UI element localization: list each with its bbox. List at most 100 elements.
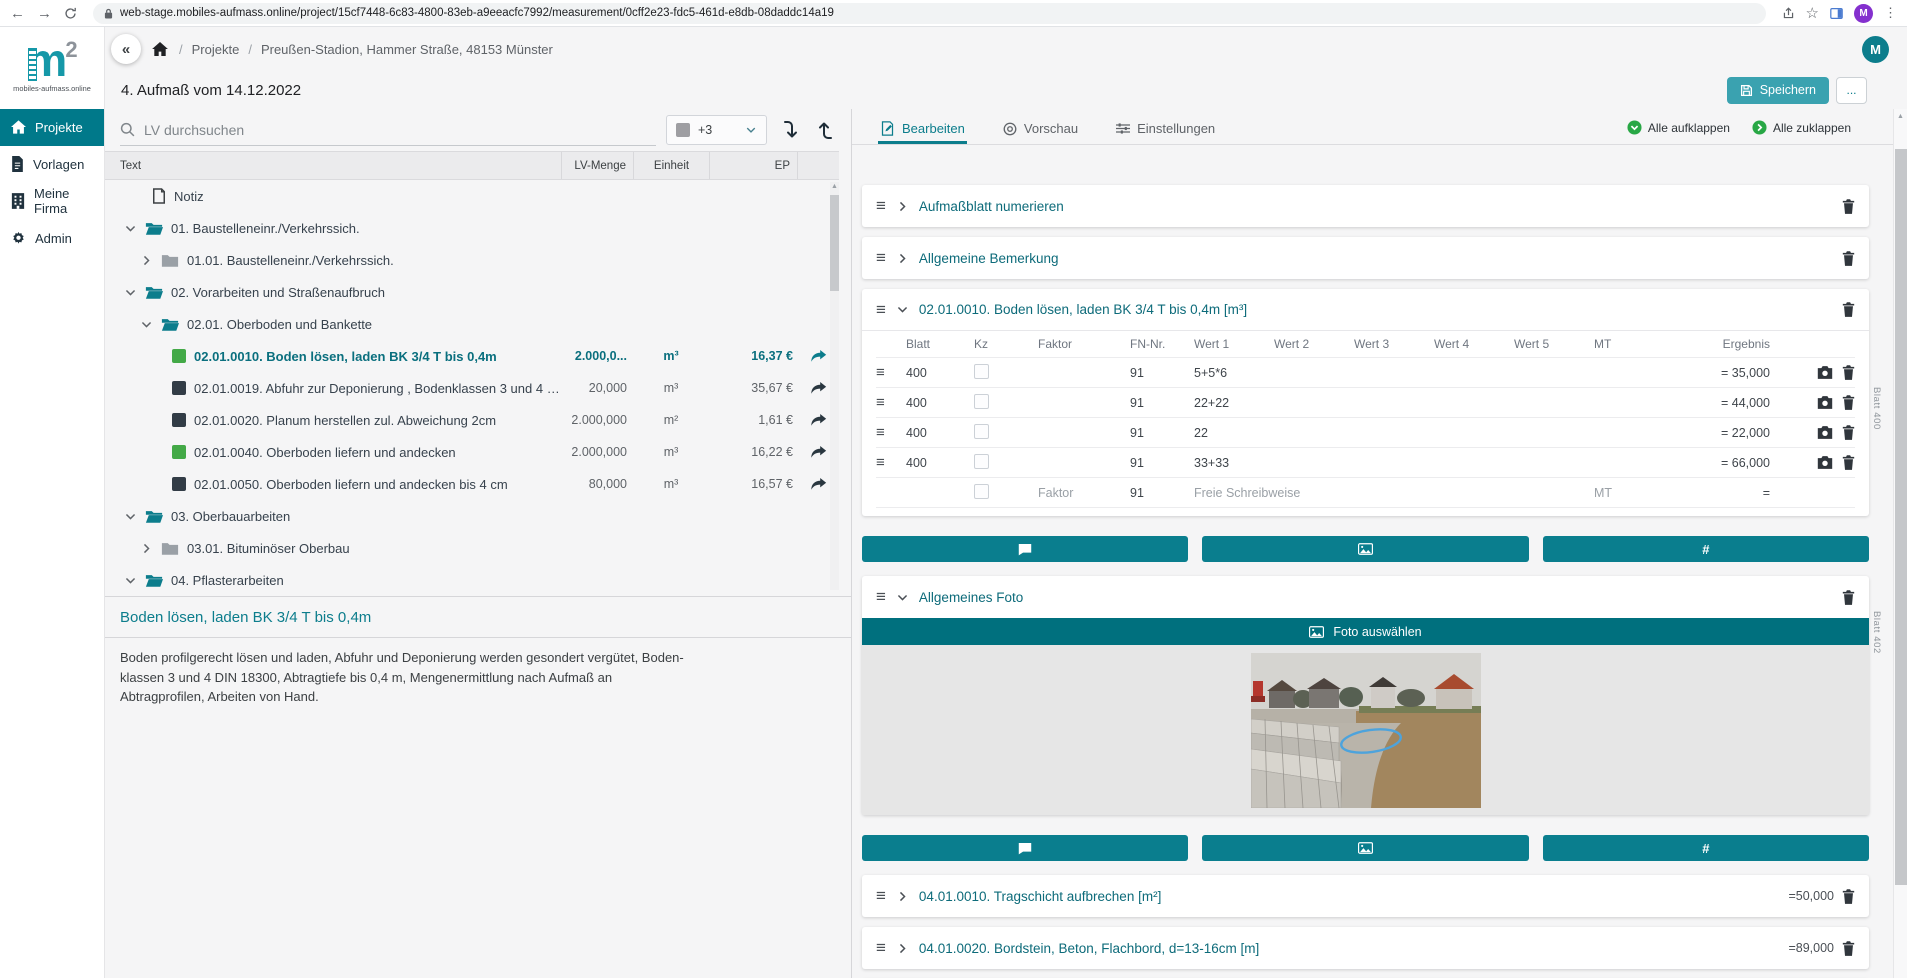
trash-icon[interactable] [1842, 941, 1855, 956]
trash-icon[interactable] [1842, 302, 1855, 317]
trash-icon[interactable] [1842, 395, 1855, 410]
sidebar-item-vorlagen[interactable]: Vorlagen [0, 146, 104, 183]
drag-handle-icon[interactable]: ≡ [876, 938, 886, 958]
tab-einstellungen[interactable]: Einstellungen [1114, 121, 1217, 144]
wert1-cell[interactable]: 22 [1194, 426, 1274, 440]
browser-profile-avatar[interactable]: M [1854, 4, 1873, 23]
tree-row[interactable]: 02.01.0020. Planum herstellen zul. Abwei… [105, 404, 839, 436]
wert1-cell[interactable]: 22+22 [1194, 396, 1274, 410]
sidebar-item-meine-firma[interactable]: Meine Firma [0, 183, 104, 220]
panel-scrollbar-thumb[interactable] [1895, 149, 1907, 885]
tree-row[interactable]: 02.01.0010. Boden lösen, laden BK 3/4 T … [105, 340, 839, 372]
browser-menu-icon[interactable]: ⋮ [1884, 5, 1897, 21]
tree-scrollbar[interactable]: ▲ [830, 182, 839, 590]
kz-checkbox[interactable] [974, 394, 989, 409]
drag-handle-icon[interactable]: ≡ [876, 248, 886, 268]
breadcrumb-item[interactable]: Projekte [192, 42, 240, 57]
kz-cell[interactable] [974, 394, 1038, 412]
camera-icon[interactable] [1817, 365, 1833, 380]
collapse-all-button[interactable]: Alle zuklappen [1752, 120, 1851, 135]
kz-cell[interactable] [974, 364, 1038, 382]
add-comment-button[interactable] [862, 536, 1188, 562]
tree-row[interactable]: Notiz [105, 180, 839, 212]
chevron-down-icon[interactable] [124, 286, 137, 299]
collapse-sidebar-button[interactable]: « [111, 34, 141, 64]
kz-cell[interactable] [974, 454, 1038, 472]
kz-checkbox[interactable] [974, 484, 989, 499]
chevron-right-icon[interactable] [140, 542, 153, 555]
wert1-cell[interactable]: Freie Schreibweise [1194, 486, 1274, 500]
chevron-right-icon[interactable] [896, 200, 909, 213]
add-image-button[interactable] [1202, 536, 1528, 562]
trash-icon[interactable] [1842, 425, 1855, 440]
drag-handle-icon[interactable]: ≡ [876, 300, 886, 320]
scroll-up-icon[interactable]: ▲ [1894, 113, 1907, 120]
tab-vorschau[interactable]: Vorschau [1001, 121, 1080, 144]
chevron-down-icon[interactable] [896, 303, 909, 316]
breadcrumb-item[interactable]: Preußen-Stadion, Hammer Straße, 48153 Mü… [261, 42, 553, 57]
camera-icon[interactable] [1817, 455, 1833, 470]
drag-handle-icon[interactable]: ≡ [876, 587, 886, 607]
trash-icon[interactable] [1842, 889, 1855, 904]
wert1-cell[interactable]: 5+5*6 [1194, 366, 1274, 380]
more-actions-button[interactable]: ... [1836, 77, 1867, 104]
kz-checkbox[interactable] [974, 364, 989, 379]
url-bar[interactable]: web-stage.mobiles-aufmass.online/project… [93, 3, 1766, 24]
tree-row[interactable]: 04. Pflasterarbeiten [105, 564, 839, 596]
chevron-right-icon[interactable] [896, 252, 909, 265]
color-filter-select[interactable]: +3 [666, 115, 767, 145]
trash-icon[interactable] [1842, 455, 1855, 470]
photo-preview-area[interactable] [862, 645, 1869, 815]
browser-reload-icon[interactable] [64, 7, 77, 20]
panel-scrollbar[interactable]: ▲ [1893, 109, 1907, 978]
fn-cell[interactable]: 91 [1130, 456, 1194, 470]
kz-cell[interactable] [974, 424, 1038, 442]
tree-row[interactable]: 02.01.0019. Abfuhr zur Deponierung , Bod… [105, 372, 839, 404]
choose-photo-button[interactable]: Foto auswählen [862, 618, 1869, 645]
fn-cell[interactable]: 91 [1130, 486, 1194, 500]
save-button[interactable]: Speichern [1727, 77, 1829, 104]
share-icon[interactable] [1782, 7, 1795, 20]
tree-row[interactable]: 02.01.0050. Oberboden liefern und andeck… [105, 468, 839, 500]
card-header[interactable]: ≡04.01.0020. Bordstein, Beton, Flachbord… [862, 927, 1869, 969]
chevron-down-icon[interactable] [896, 591, 909, 604]
chevron-right-icon[interactable] [140, 254, 153, 267]
tree-row[interactable]: 02.01. Oberboden und Bankette [105, 308, 839, 340]
import-down-button[interactable] [777, 116, 803, 144]
tree-row[interactable]: 01. Baustelleneinr./Verkehrssich. [105, 212, 839, 244]
fn-cell[interactable]: 91 [1130, 396, 1194, 410]
sidebar-item-admin[interactable]: Admin [0, 220, 104, 257]
user-avatar[interactable]: M [1862, 36, 1889, 63]
bookmark-star-icon[interactable]: ☆ [1806, 6, 1819, 21]
tree-row[interactable]: 01.01. Baustelleneinr./Verkehrssich. [105, 244, 839, 276]
add-hash-button[interactable]: # [1543, 536, 1869, 562]
search-input[interactable]: LV durchsuchen [120, 114, 656, 146]
tab-bearbeiten[interactable]: Bearbeiten [878, 121, 967, 144]
browser-forward-icon[interactable]: → [37, 6, 52, 21]
chevron-down-icon[interactable] [124, 222, 137, 235]
blatt-cell[interactable]: 400 [906, 366, 974, 380]
breadcrumb-home-icon[interactable] [152, 42, 168, 56]
chevron-down-icon[interactable] [124, 574, 137, 587]
drag-handle-icon[interactable]: ≡ [876, 454, 906, 471]
blatt-cell[interactable]: 400 [906, 456, 974, 470]
fn-cell[interactable]: 91 [1130, 366, 1194, 380]
add-hash-button[interactable]: # [1543, 835, 1869, 861]
trash-icon[interactable] [1842, 365, 1855, 380]
card-header[interactable]: ≡Allgemeines Foto [862, 576, 1869, 618]
scroll-up-icon[interactable]: ▲ [830, 183, 839, 190]
trash-icon[interactable] [1842, 199, 1855, 214]
mt-cell[interactable]: MT [1594, 486, 1658, 500]
tree-row[interactable]: 02. Vorarbeiten und Straßenaufbruch [105, 276, 839, 308]
chevron-down-icon[interactable] [140, 318, 153, 331]
kz-checkbox[interactable] [974, 454, 989, 469]
camera-icon[interactable] [1817, 395, 1833, 410]
drag-handle-icon[interactable]: ≡ [876, 886, 886, 906]
expand-all-button[interactable]: Alle aufklappen [1627, 120, 1730, 135]
browser-back-icon[interactable]: ← [10, 6, 25, 21]
export-up-button[interactable] [813, 116, 839, 144]
drag-handle-icon[interactable]: ≡ [876, 196, 886, 216]
card-header[interactable]: ≡04.01.0010. Tragschicht aufbrechen [m²]… [862, 875, 1869, 917]
tree-row[interactable]: 03.01. Bituminöser Oberbau [105, 532, 839, 564]
drag-handle-icon[interactable]: ≡ [876, 394, 906, 411]
